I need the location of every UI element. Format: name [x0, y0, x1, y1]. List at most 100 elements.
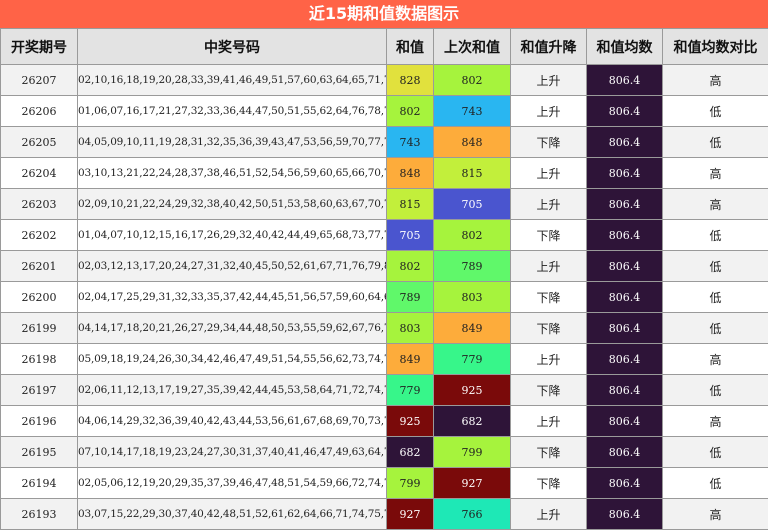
- table-row: 26196 04,06,14,29,32,36,39,40,42,43,44,53…: [0, 405, 768, 437]
- cell-numbers: 05,09,18,19,24,26,30,34,42,46,47,49,51,5…: [77, 343, 387, 375]
- cell-sum: 779: [386, 374, 434, 406]
- header-average-compare: 和值均数对比: [662, 28, 768, 65]
- table-row: 26204 03,10,13,21,22,24,28,37,38,46,51,52…: [0, 157, 768, 189]
- header-numbers: 中奖号码: [77, 28, 387, 65]
- cell-numbers: 07,10,14,17,18,19,23,24,27,30,31,37,40,4…: [77, 436, 387, 468]
- cell-prev-sum: 779: [433, 343, 511, 375]
- table-row: 26197 02,06,11,12,13,17,19,27,35,39,42,44…: [0, 374, 768, 406]
- table-row: 26201 02,03,12,13,17,20,24,27,31,32,40,45…: [0, 250, 768, 282]
- cell-trend: 下降: [510, 126, 587, 158]
- cell-average: 806.4: [586, 405, 663, 437]
- table-title: 近15期和值数据图示: [0, 0, 768, 28]
- cell-trend: 上升: [510, 343, 587, 375]
- cell-trend: 上升: [510, 498, 587, 530]
- cell-average-compare: 高: [662, 157, 768, 189]
- cell-issue: 26199: [0, 312, 78, 344]
- cell-average: 806.4: [586, 343, 663, 375]
- cell-average: 806.4: [586, 126, 663, 158]
- cell-trend: 下降: [510, 219, 587, 251]
- table-header-row: 开奖期号 中奖号码 和值 上次和值 和值升降 和值均数 和值均数对比: [0, 28, 768, 65]
- cell-sum: 828: [386, 64, 434, 96]
- cell-average-compare: 低: [662, 250, 768, 282]
- cell-prev-sum: 682: [433, 405, 511, 437]
- cell-average: 806.4: [586, 281, 663, 313]
- cell-sum: 803: [386, 312, 434, 344]
- table-row: 26199 04,14,17,18,20,21,26,27,29,34,44,48…: [0, 312, 768, 344]
- cell-issue: 26193: [0, 498, 78, 530]
- cell-issue: 26196: [0, 405, 78, 437]
- cell-numbers: 04,05,09,10,11,19,28,31,32,35,36,39,43,4…: [77, 126, 387, 158]
- cell-prev-sum: 925: [433, 374, 511, 406]
- cell-prev-sum: 743: [433, 95, 511, 127]
- cell-trend: 上升: [510, 405, 587, 437]
- cell-numbers: 03,07,15,22,29,30,37,40,42,48,51,52,61,6…: [77, 498, 387, 530]
- cell-numbers: 02,10,16,18,19,20,28,33,39,41,46,49,51,5…: [77, 64, 387, 96]
- cell-prev-sum: 789: [433, 250, 511, 282]
- cell-average: 806.4: [586, 95, 663, 127]
- cell-average-compare: 高: [662, 188, 768, 220]
- cell-issue: 26195: [0, 436, 78, 468]
- cell-average: 806.4: [586, 250, 663, 282]
- cell-numbers: 02,06,11,12,13,17,19,27,35,39,42,44,45,5…: [77, 374, 387, 406]
- cell-average-compare: 低: [662, 281, 768, 313]
- cell-prev-sum: 766: [433, 498, 511, 530]
- cell-average-compare: 低: [662, 219, 768, 251]
- cell-trend: 上升: [510, 64, 587, 96]
- header-issue: 开奖期号: [0, 28, 78, 65]
- cell-average: 806.4: [586, 374, 663, 406]
- cell-average: 806.4: [586, 188, 663, 220]
- sum-value-table-panel: 近15期和值数据图示 开奖期号 中奖号码 和值 上次和值 和值升降 和值均数 和…: [0, 0, 768, 530]
- cell-sum: 927: [386, 498, 434, 530]
- table-row: 26195 07,10,14,17,18,19,23,24,27,30,31,37…: [0, 436, 768, 468]
- cell-numbers: 01,04,07,10,12,15,16,17,26,29,32,40,42,4…: [77, 219, 387, 251]
- cell-average-compare: 高: [662, 343, 768, 375]
- cell-sum: 802: [386, 250, 434, 282]
- cell-issue: 26207: [0, 64, 78, 96]
- cell-issue: 26202: [0, 219, 78, 251]
- header-average: 和值均数: [586, 28, 663, 65]
- cell-average: 806.4: [586, 467, 663, 499]
- table-row: 26206 01,06,07,16,17,21,27,32,33,36,44,47…: [0, 95, 768, 127]
- cell-average-compare: 低: [662, 95, 768, 127]
- cell-issue: 26201: [0, 250, 78, 282]
- cell-issue: 26204: [0, 157, 78, 189]
- header-prev-sum: 上次和值: [433, 28, 511, 65]
- cell-prev-sum: 848: [433, 126, 511, 158]
- cell-trend: 下降: [510, 374, 587, 406]
- table-row: 26202 01,04,07,10,12,15,16,17,26,29,32,40…: [0, 219, 768, 251]
- table-row: 26200 02,04,17,25,29,31,32,33,35,37,42,44…: [0, 281, 768, 313]
- cell-trend: 下降: [510, 467, 587, 499]
- cell-average: 806.4: [586, 157, 663, 189]
- cell-sum: 789: [386, 281, 434, 313]
- table-row: 26207 02,10,16,18,19,20,28,33,39,41,46,49…: [0, 64, 768, 96]
- cell-trend: 下降: [510, 281, 587, 313]
- cell-issue: 26198: [0, 343, 78, 375]
- table-row: 26193 03,07,15,22,29,30,37,40,42,48,51,52…: [0, 498, 768, 530]
- cell-prev-sum: 815: [433, 157, 511, 189]
- cell-average-compare: 高: [662, 405, 768, 437]
- cell-prev-sum: 849: [433, 312, 511, 344]
- cell-average-compare: 低: [662, 436, 768, 468]
- cell-average-compare: 低: [662, 467, 768, 499]
- cell-prev-sum: 802: [433, 64, 511, 96]
- cell-sum: 682: [386, 436, 434, 468]
- cell-numbers: 04,14,17,18,20,21,26,27,29,34,44,48,50,5…: [77, 312, 387, 344]
- table-row: 26205 04,05,09,10,11,19,28,31,32,35,36,39…: [0, 126, 768, 158]
- cell-average-compare: 低: [662, 374, 768, 406]
- cell-numbers: 02,09,10,21,22,24,29,32,38,40,42,50,51,5…: [77, 188, 387, 220]
- cell-prev-sum: 799: [433, 436, 511, 468]
- cell-average-compare: 低: [662, 126, 768, 158]
- cell-sum: 799: [386, 467, 434, 499]
- cell-sum: 802: [386, 95, 434, 127]
- cell-prev-sum: 802: [433, 219, 511, 251]
- cell-sum: 925: [386, 405, 434, 437]
- cell-sum: 848: [386, 157, 434, 189]
- cell-average: 806.4: [586, 64, 663, 96]
- cell-average: 806.4: [586, 498, 663, 530]
- cell-average: 806.4: [586, 312, 663, 344]
- cell-numbers: 02,05,06,12,19,20,29,35,37,39,46,47,48,5…: [77, 467, 387, 499]
- cell-sum: 743: [386, 126, 434, 158]
- cell-numbers: 01,06,07,16,17,21,27,32,33,36,44,47,50,5…: [77, 95, 387, 127]
- cell-average-compare: 低: [662, 312, 768, 344]
- cell-trend: 上升: [510, 95, 587, 127]
